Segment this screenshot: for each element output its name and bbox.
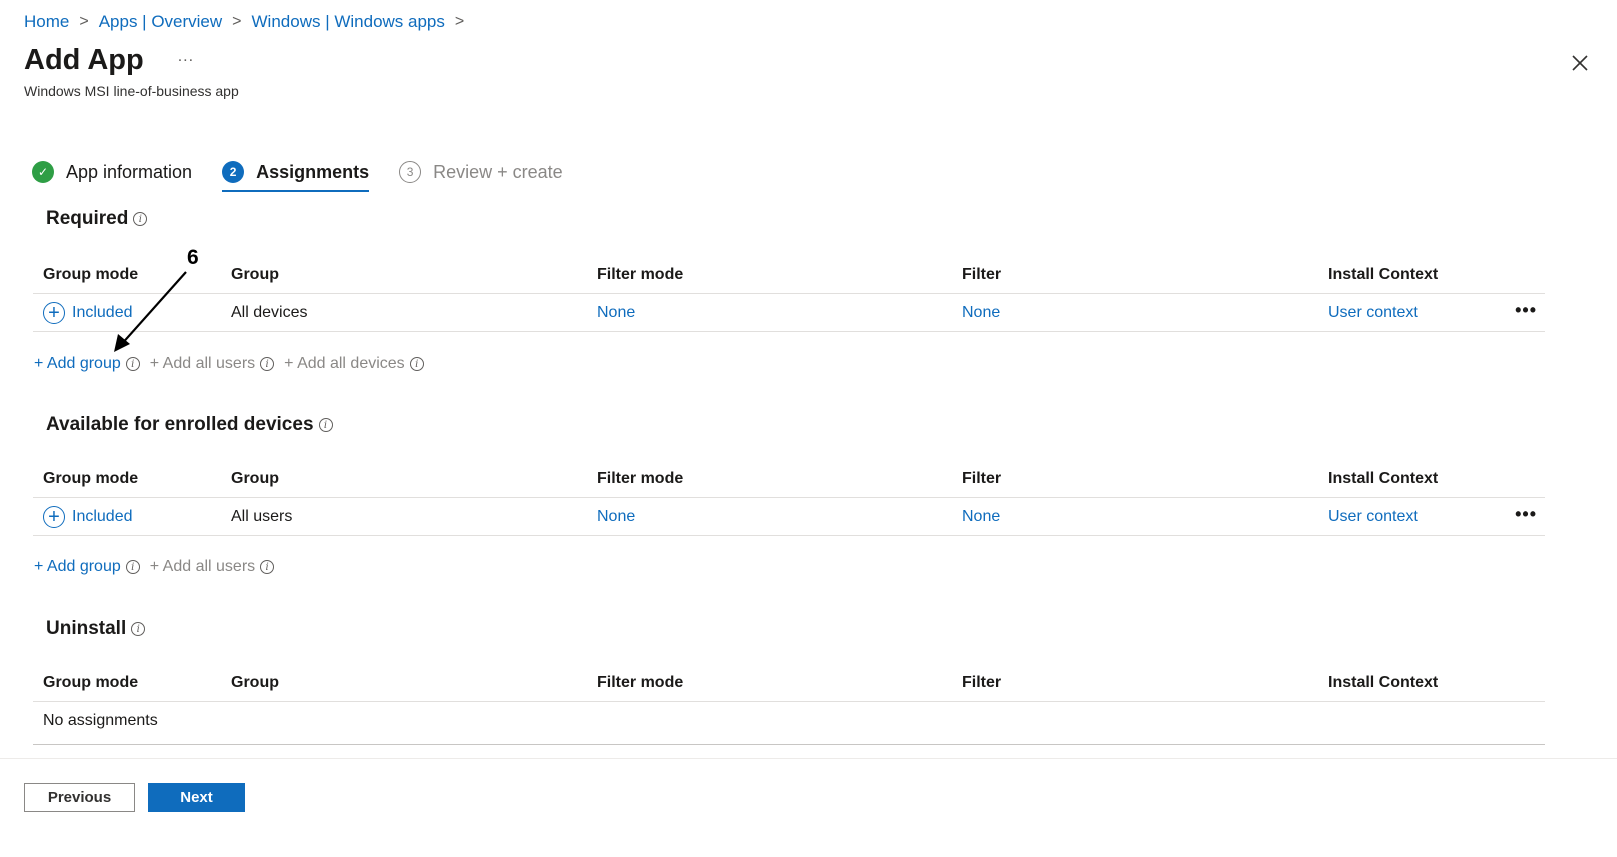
required-add-actions: + Add group i + Add all users i + Add al…: [34, 355, 424, 373]
close-icon: [1572, 55, 1588, 71]
column-header-install-context: Install Context: [1328, 673, 1439, 691]
step-label: Review + create: [433, 161, 563, 182]
group-name: All users: [231, 507, 293, 525]
install-context-link[interactable]: User context: [1328, 304, 1418, 322]
section-title-text: Uninstall: [46, 618, 127, 639]
footer-divider: [0, 758, 1617, 759]
info-icon[interactable]: i: [409, 357, 424, 371]
info-icon[interactable]: i: [260, 357, 275, 371]
previous-button[interactable]: Previous: [24, 783, 135, 812]
annotation-number: 6: [187, 246, 199, 269]
breadcrumb-apps-overview[interactable]: Apps | Overview: [99, 12, 222, 32]
add-group-link[interactable]: + Add group: [34, 558, 121, 576]
section-title-text: Required: [46, 208, 129, 229]
no-assignments-text: No assignments: [43, 712, 158, 729]
column-header-filter-mode: Filter mode: [597, 673, 684, 691]
info-icon[interactable]: i: [125, 357, 140, 371]
add-all-users-link[interactable]: + Add all users: [150, 355, 255, 373]
filter-link[interactable]: None: [962, 304, 1000, 322]
plus-circle-icon: +: [43, 301, 65, 324]
table-row-empty: No assignments: [33, 702, 1545, 740]
tab-assignments[interactable]: 2 Assignments: [222, 156, 370, 192]
table-header: Group mode Group Filter mode Filter Inst…: [33, 256, 1545, 294]
group-mode-label: Included: [72, 507, 133, 525]
breadcrumb-home[interactable]: Home: [24, 12, 69, 32]
breadcrumb-separator: >: [454, 13, 465, 30]
page-subtitle: Windows MSI line-of-business app: [24, 83, 239, 99]
section-title-uninstall: Uninstall i: [46, 618, 146, 640]
section-title-text: Available for enrolled devices: [46, 414, 314, 435]
required-table: Group mode Group Filter mode Filter Inst…: [33, 256, 1545, 332]
step-number-icon: 2: [222, 161, 245, 183]
available-table: Group mode Group Filter mode Filter Inst…: [33, 460, 1545, 536]
table-header: Group mode Group Filter mode Filter Inst…: [33, 664, 1545, 702]
tab-app-information[interactable]: ✓ App information: [32, 156, 192, 188]
column-header-filter: Filter: [962, 469, 1002, 487]
row-more-options-button[interactable]: •••: [1515, 504, 1537, 525]
annotation-arrow-icon: [114, 271, 187, 352]
column-header-group-mode: Group mode: [43, 469, 139, 487]
plus-circle-icon: +: [43, 505, 65, 528]
column-header-group: Group: [231, 265, 279, 283]
more-options-button[interactable]: ...: [178, 48, 194, 66]
table-row: + Included All devices None None User co…: [33, 294, 1545, 332]
column-header-install-context: Install Context: [1328, 265, 1439, 283]
add-group-link[interactable]: + Add group: [34, 355, 121, 373]
column-header-group-mode: Group mode: [43, 673, 139, 691]
title-row: Add App ...: [24, 44, 194, 77]
available-add-actions: + Add group i + Add all users i: [34, 558, 275, 576]
add-all-users-link[interactable]: + Add all users: [150, 558, 255, 576]
close-button[interactable]: [1569, 52, 1591, 74]
column-header-filter: Filter: [962, 265, 1002, 283]
info-icon[interactable]: i: [125, 560, 140, 574]
info-icon[interactable]: i: [260, 560, 275, 574]
step-number-icon: 3: [399, 161, 422, 183]
table-header: Group mode Group Filter mode Filter Inst…: [33, 460, 1545, 498]
breadcrumb: Home > Apps | Overview > Windows | Windo…: [24, 12, 474, 32]
checkmark-icon: ✓: [32, 161, 54, 183]
column-header-filter-mode: Filter mode: [597, 469, 684, 487]
column-header-group: Group: [231, 469, 279, 487]
step-label: App information: [66, 161, 193, 182]
info-icon[interactable]: i: [133, 212, 148, 226]
filter-mode-link[interactable]: None: [597, 508, 635, 526]
breadcrumb-separator: >: [79, 13, 89, 30]
column-header-filter: Filter: [962, 673, 1002, 691]
row-more-options-button[interactable]: •••: [1515, 300, 1537, 321]
section-title-available: Available for enrolled devices i: [46, 414, 333, 436]
page-title: Add App: [24, 44, 144, 76]
filter-mode-link[interactable]: None: [597, 304, 635, 322]
breadcrumb-windows-apps[interactable]: Windows | Windows apps: [252, 12, 445, 32]
wizard-steps: ✓ App information 2 Assignments 3 Review…: [32, 156, 593, 192]
uninstall-table: Group mode Group Filter mode Filter Inst…: [33, 664, 1545, 740]
group-mode-included[interactable]: + Included: [43, 505, 133, 528]
info-icon[interactable]: i: [318, 418, 333, 432]
column-header-filter-mode: Filter mode: [597, 265, 684, 283]
next-button[interactable]: Next: [148, 783, 245, 812]
column-header-install-context: Install Context: [1328, 469, 1439, 487]
table-row: + Included All users None None User cont…: [33, 498, 1545, 536]
info-icon[interactable]: i: [131, 622, 146, 636]
divider: [33, 744, 1545, 745]
group-name: All devices: [231, 303, 308, 321]
breadcrumb-separator: >: [232, 13, 242, 30]
section-title-required: Required i: [46, 208, 148, 230]
filter-link[interactable]: None: [962, 508, 1000, 526]
column-header-group: Group: [231, 673, 279, 691]
tab-review-create[interactable]: 3 Review + create: [399, 156, 563, 188]
install-context-link[interactable]: User context: [1328, 508, 1418, 526]
add-all-devices-link[interactable]: + Add all devices: [284, 355, 405, 373]
step-label: Assignments: [256, 161, 370, 182]
